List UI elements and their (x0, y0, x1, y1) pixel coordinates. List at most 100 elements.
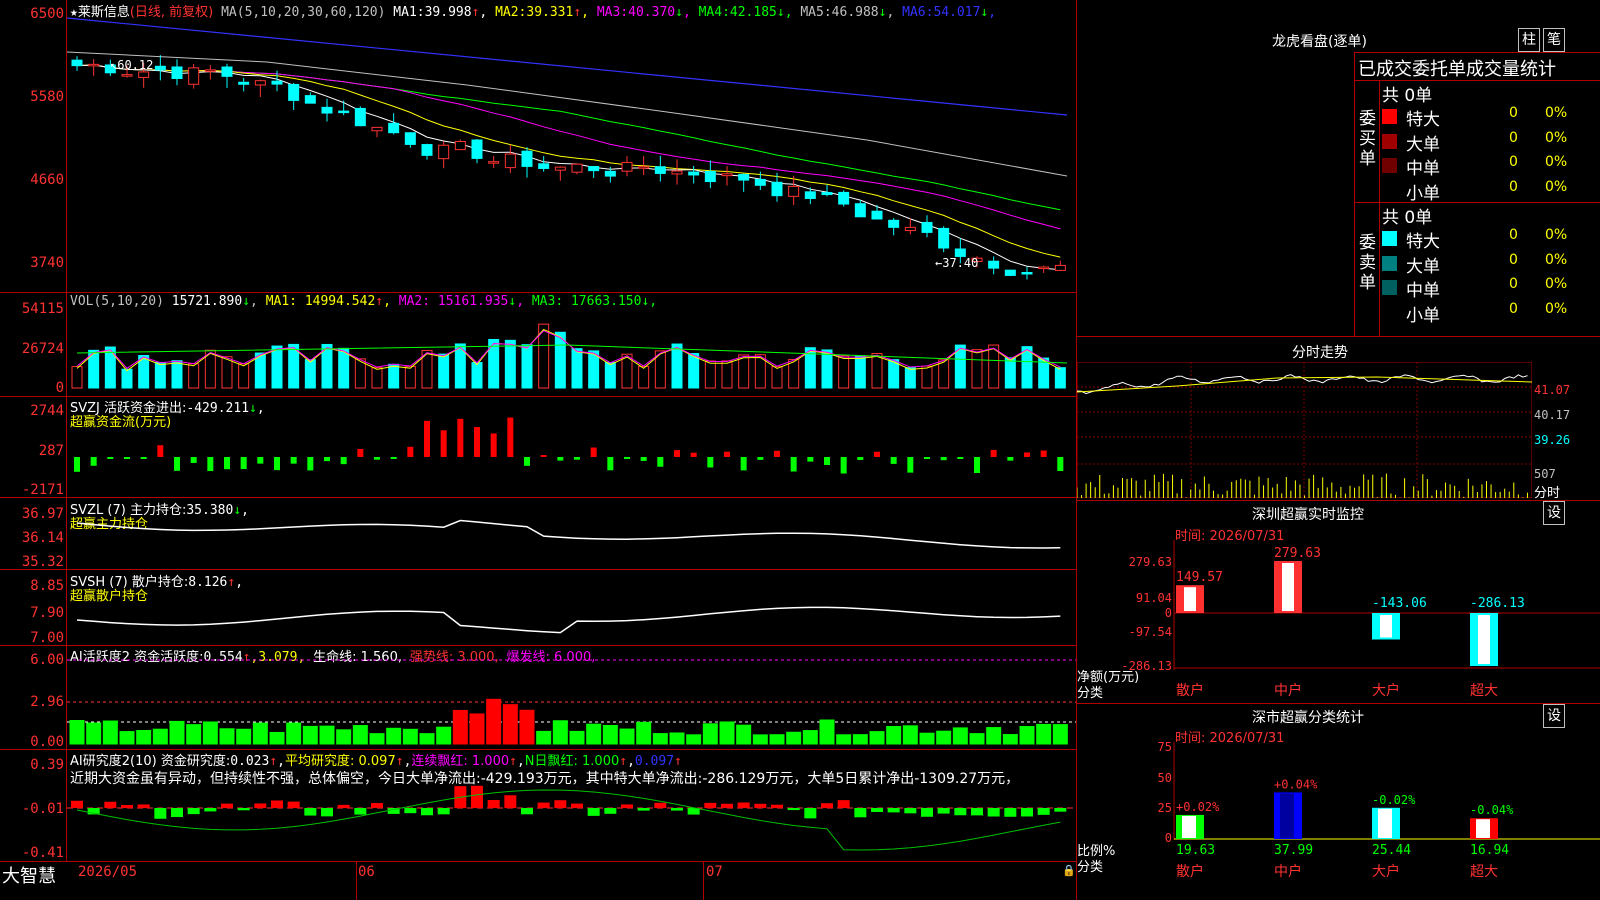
candle (888, 219, 900, 228)
main-chart-area[interactable]: 6500 5580 4660 3740 ★莱斯信息(日线, 前复权) MA(5,… (0, 0, 1077, 900)
activity-bar (386, 727, 402, 745)
activity-bar (919, 732, 935, 745)
activity-bar (1002, 734, 1018, 745)
ai-activity-chart[interactable] (67, 646, 1076, 749)
research-bar (154, 808, 167, 819)
order-count: 0 (1509, 154, 1518, 170)
research-bar (504, 795, 517, 808)
research-bar (971, 808, 983, 816)
activity-bar (786, 731, 802, 745)
class-axis-label: 75 (1158, 742, 1172, 754)
candle (704, 170, 716, 183)
volume-bar (838, 355, 850, 389)
intraday-title: 分时走势 (1292, 345, 1348, 361)
class-ratio-bar-chart[interactable]: 75 50 25 0 +0.02% 19.63 散户 +0.04% 37.99 中户 -0.02% 2… (1077, 742, 1600, 900)
flow-bar (124, 457, 130, 459)
research-bar (537, 802, 550, 808)
candle (1004, 269, 1016, 276)
class-cat-label: 分类 (1077, 860, 1104, 875)
order-row-buy_rows-3: 小单 0 0% (1382, 179, 1600, 204)
flow-bar (307, 457, 314, 471)
flow-bar (657, 457, 664, 467)
activity-bar (469, 713, 485, 745)
flow-bar (424, 420, 430, 457)
candle (238, 81, 250, 85)
research-bar (171, 808, 183, 818)
net-bar-highlight (1478, 615, 1490, 664)
flow-bar (840, 457, 847, 474)
flow-bar (1040, 450, 1047, 457)
ai-research-axis-label: 0.39 (30, 757, 64, 773)
flow-bar (707, 457, 714, 468)
fund-flow-chart[interactable] (67, 397, 1076, 497)
flow-bar (724, 451, 730, 457)
volume-bar (271, 345, 283, 389)
volume-bar (388, 363, 400, 389)
research-line (76, 789, 1061, 851)
activity-bar (302, 725, 318, 745)
candle (271, 80, 283, 85)
activity-bar (936, 730, 952, 745)
volume-bar (704, 360, 716, 389)
main-holding-chart[interactable] (67, 498, 1076, 569)
monitor-settings-button[interactable]: 设 (1543, 501, 1565, 525)
flow-bar (90, 457, 97, 466)
intraday-chart[interactable] (1077, 362, 1532, 498)
volume-chart[interactable] (67, 293, 1076, 396)
legend-swatch (1382, 158, 1397, 173)
activity-bar (836, 734, 852, 745)
class-axis-label: 25 (1158, 801, 1172, 815)
category-label: 散户 (1176, 863, 1204, 880)
retail-holding-chart[interactable] (67, 570, 1076, 645)
activity-bar (219, 728, 235, 745)
net-amount-bar-chart[interactable]: 279.63 91.040 -97.54 -286.13 149.57 散户 279.63 中… (1077, 540, 1600, 700)
candle (521, 150, 533, 167)
candle (604, 170, 616, 177)
candle (654, 166, 666, 174)
research-bar (604, 808, 617, 814)
candle (804, 191, 816, 199)
category-label: 超大 (1470, 864, 1498, 880)
flow-bar (1024, 452, 1030, 457)
research-bar (254, 803, 267, 808)
order-pct: 0% (1545, 227, 1568, 243)
price-axis-label: 6500 (30, 6, 64, 22)
volume-bar (938, 359, 950, 389)
lock-icon[interactable]: 🔒 (1062, 864, 1076, 877)
candle (338, 110, 350, 114)
activity-bar (886, 726, 902, 745)
ma120-line (67, 17, 1068, 116)
brand-logo[interactable]: 大智慧 (2, 862, 56, 888)
holding-line (76, 606, 1061, 634)
flow-bar (524, 457, 530, 466)
svzl-axis-label: 35.32 (21, 554, 64, 570)
volume-bar (404, 365, 416, 389)
order-pct: 0% (1545, 251, 1568, 268)
flow-bar (824, 457, 830, 465)
high-price-annotation: ↖60.12 (110, 58, 154, 72)
volume-bar (771, 366, 783, 389)
activity-bar (702, 723, 718, 745)
flow-bar (457, 418, 464, 457)
research-bar (871, 808, 883, 812)
change-label: +0.02% (1176, 800, 1220, 814)
monitor-axis-label: 279.63 (1129, 555, 1172, 569)
candle (754, 178, 766, 186)
ratio-value-label: 16.94 (1470, 843, 1509, 858)
bar-mode-button[interactable]: 柱 (1518, 28, 1540, 52)
flow-bar (290, 457, 297, 464)
net-value-label: -286.13 (1470, 596, 1525, 611)
line-mode-button[interactable]: 笔 (1543, 28, 1565, 52)
activity-bar (419, 733, 435, 745)
intraday-unit-label: 分时 (1534, 486, 1561, 501)
activity-bar (69, 720, 85, 745)
ai-research-chart[interactable] (67, 750, 1076, 861)
research-bar (671, 808, 683, 811)
class-settings-button[interactable]: 设 (1543, 704, 1565, 728)
order-count: 0 (1509, 129, 1518, 146)
candle (371, 126, 383, 132)
research-bar (104, 801, 117, 808)
flow-bar (1007, 457, 1014, 461)
candlestick-chart[interactable] (67, 0, 1076, 292)
svsh-axis-label: 7.90 (30, 605, 64, 621)
